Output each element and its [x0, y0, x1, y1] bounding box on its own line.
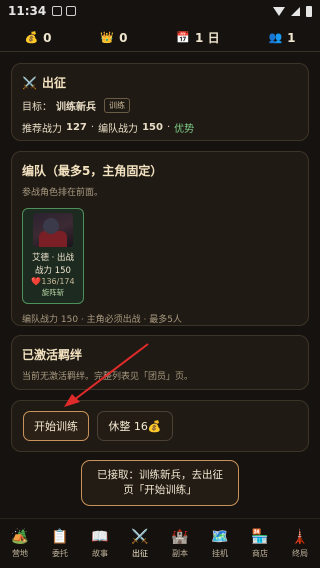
people-value: 1: [287, 30, 296, 45]
nav-item-shop[interactable]: 🏪 商店: [240, 519, 280, 568]
book-icon: 📖: [91, 528, 109, 545]
crossed-swords-icon: ⚔️: [131, 528, 149, 545]
resource-bar: 💰 0 👑 0 📅 1 日 👥 1: [0, 24, 320, 52]
formation-hint: 参战角色排在前面。: [22, 188, 104, 198]
hero-power: 战力 150: [35, 266, 71, 276]
nav-item-idle[interactable]: 🗺️ 挂机: [200, 519, 240, 568]
recommend-power: 127: [66, 122, 87, 133]
gold-value: 0: [43, 30, 52, 45]
nav-item-endgame[interactable]: 🗼 终局: [280, 519, 320, 568]
clipboard-icon: 📋: [51, 528, 69, 545]
wifi-icon: [273, 6, 285, 16]
nav-item-commission[interactable]: 📋 委托: [40, 519, 80, 568]
money-bag-icon: 💰: [24, 31, 39, 44]
power-line: 推荐战力 127 · 编队战力 150 · 优势: [22, 122, 195, 135]
target-line: 目标： 训练新兵 训练: [22, 98, 298, 113]
hero-hp: ❤️136/174: [31, 277, 75, 286]
shop-icon: 🏪: [251, 528, 269, 545]
bottom-nav: 🏕️ 营地 📋 委托 📖 故事 ⚔️ 出征 🏰 副本 🗺️ 挂机 🏪 商店 🗼 …: [0, 518, 320, 568]
toast-message: 已接取：训练新兵，去出征页「开始训练」: [81, 460, 239, 506]
battery-icon: [306, 5, 312, 17]
bonds-card: 已激活羁绊 当前无激活羁绊。完整列表见「团员」页。: [11, 335, 309, 390]
expedition-card: ⚔️ 出征 目标： 训练新兵 训练 推荐战力 127 · 编队战力 150 · …: [11, 63, 309, 141]
heart-icon: ❤️: [31, 277, 42, 286]
expedition-title: ⚔️ 出征: [22, 75, 66, 91]
bonds-text: 当前无激活羁绊。完整列表见「团员」页。: [22, 372, 194, 382]
notification-icon: [66, 6, 77, 16]
status-time: 11:34: [8, 4, 47, 18]
bonds-title: 已激活羁绊: [22, 348, 83, 362]
day-counter: 📅 1 日: [176, 29, 219, 46]
team-power: 150: [142, 122, 163, 133]
status-bar: 11:34: [0, 0, 320, 22]
hero-name: 艾德 · 出战: [31, 253, 75, 263]
crossed-swords-icon: ⚔️: [22, 75, 37, 90]
crown-counter: 👑 0: [100, 31, 127, 45]
people-counter: 👥 1: [268, 31, 295, 45]
target-tag: 训练: [104, 98, 130, 113]
hero-portrait: [33, 213, 73, 247]
formation-card: 编队（最多5，主角固定） 参战角色排在前面。 艾德 · 出战 战力 150 ❤️…: [11, 151, 309, 326]
formation-footer: 编队战力 150 · 主角必须出战 · 最多5人: [22, 315, 182, 325]
crown-value: 0: [119, 30, 128, 45]
hero-card[interactable]: 艾德 · 出战 战力 150 ❤️136/174 旋阵斩: [22, 208, 84, 304]
nav-item-dungeon[interactable]: 🏰 副本: [160, 519, 200, 568]
crown-icon: 👑: [100, 31, 115, 44]
nav-item-expedition[interactable]: ⚔️ 出征: [120, 519, 160, 568]
tower-icon: 🗼: [291, 528, 309, 545]
castle-icon: 🏰: [171, 528, 189, 545]
camp-icon: 🏕️: [11, 528, 29, 545]
people-icon: 👥: [268, 31, 283, 44]
status-icons: [273, 5, 312, 17]
hero-skill: 旋阵斩: [41, 288, 65, 297]
nav-item-camp[interactable]: 🏕️ 营地: [0, 519, 40, 568]
start-training-button[interactable]: 开始训练: [23, 411, 89, 441]
rest-button[interactable]: 休整 16💰: [97, 411, 173, 441]
map-icon: 🗺️: [211, 528, 229, 545]
verdict-badge: 优势: [174, 124, 195, 135]
formation-title: 编队（最多5，主角固定）: [22, 164, 163, 178]
nav-item-story[interactable]: 📖 故事: [80, 519, 120, 568]
gold-counter: 💰 0: [24, 31, 51, 45]
calendar-icon: 📅: [176, 31, 191, 44]
notification-icon: [52, 6, 63, 16]
target-name: 训练新兵: [56, 102, 96, 113]
day-value: 1 日: [195, 31, 220, 45]
signal-icon: [291, 6, 300, 16]
